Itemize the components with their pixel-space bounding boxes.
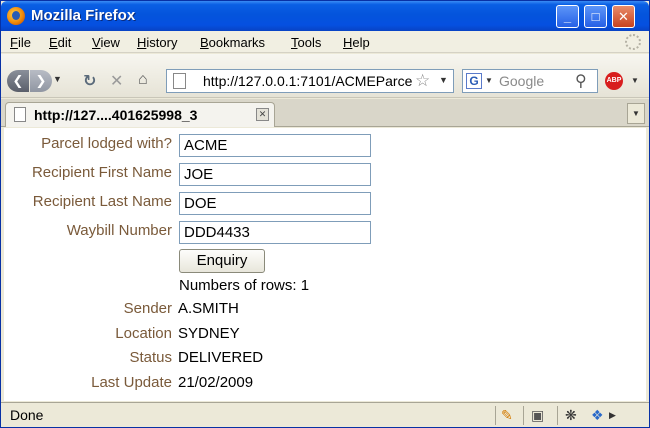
menu-bookmarks[interactable]: Bookmarks: [200, 35, 265, 50]
minimize-button[interactable]: _: [556, 5, 579, 28]
home-icon[interactable]: ⌂: [138, 71, 148, 89]
last-update-value: 21/02/2009: [178, 374, 254, 391]
status-value: DELIVERED: [178, 349, 264, 366]
tab-close-icon[interactable]: ✕: [256, 108, 269, 121]
sender-label: Sender: [123, 300, 172, 317]
parcel-lodged-field[interactable]: ACME: [179, 134, 371, 157]
tab-label: http://127....401625998_3: [34, 107, 198, 123]
enquiry-button[interactable]: Enquiry: [179, 249, 265, 273]
location-label: Location: [115, 325, 172, 342]
waybill-field[interactable]: DDD4433: [179, 221, 371, 244]
firebug-icon[interactable]: ❋: [565, 407, 577, 424]
menu-help[interactable]: Help: [343, 35, 370, 50]
menu-bar: File Edit View History Bookmarks Tools H…: [1, 31, 649, 53]
menu-history[interactable]: History: [137, 35, 177, 50]
activity-throbber-icon: [625, 34, 641, 50]
tab-page-icon: [14, 107, 26, 122]
menu-view[interactable]: View: [92, 35, 120, 50]
tab-list-dropdown-icon[interactable]: ▼: [627, 103, 645, 124]
status-bar: Done ✎ ▣ ❋ ❖ ▶: [1, 402, 649, 427]
reload-icon[interactable]: ↻: [83, 71, 96, 91]
back-button[interactable]: ❮: [7, 70, 29, 92]
browser-window: Mozilla Firefox _ □ ✕ File Edit View His…: [0, 0, 650, 428]
forward-button[interactable]: ❯: [30, 70, 52, 92]
search-engine-dropdown-icon[interactable]: ▼: [485, 76, 493, 85]
tab-active[interactable]: http://127....401625998_3 ✕: [5, 102, 275, 127]
ghost-addon-icon[interactable]: ▣: [531, 407, 544, 424]
url-input[interactable]: http://127.0.0.1:7101/ACMEParcel: [203, 73, 413, 89]
google-engine-icon[interactable]: G: [466, 73, 482, 89]
network-status-icon[interactable]: ❖: [591, 407, 604, 424]
location-value: SYDNEY: [178, 325, 240, 342]
close-button[interactable]: ✕: [612, 5, 635, 28]
adblock-dropdown-icon[interactable]: ▼: [631, 76, 639, 85]
sender-value: A.SMITH: [178, 300, 239, 317]
tab-bar: http://127....401625998_3 ✕ ▼: [1, 99, 649, 127]
maximize-button[interactable]: □: [584, 5, 607, 28]
firefox-logo-icon: [7, 7, 25, 25]
url-bar[interactable]: http://127.0.0.1:7101/ACMEParcel ☆ ▼: [166, 69, 454, 93]
search-icon[interactable]: ⚲: [575, 71, 587, 91]
bookmark-star-icon[interactable]: ☆: [415, 71, 430, 91]
adblock-plus-icon[interactable]: ABP: [605, 72, 623, 90]
menu-tools[interactable]: Tools: [291, 35, 321, 50]
window-title: Mozilla Firefox: [31, 7, 136, 24]
url-dropdown-icon[interactable]: ▼: [439, 75, 448, 85]
status-label: Status: [129, 349, 172, 366]
last-name-field[interactable]: DOE: [179, 192, 371, 215]
menu-file[interactable]: File: [10, 35, 31, 50]
last-update-label: Last Update: [91, 374, 172, 391]
history-dropdown-icon[interactable]: ▼: [53, 74, 62, 84]
search-bar[interactable]: G ▼ Google ⚲: [462, 69, 598, 93]
waybill-label: Waybill Number: [66, 222, 172, 239]
rows-count-text: Numbers of rows: 1: [179, 277, 310, 294]
page-icon: [173, 73, 186, 89]
parcel-lodged-label: Parcel lodged with?: [41, 135, 172, 152]
status-divider: [495, 406, 496, 425]
search-input[interactable]: Google: [499, 73, 544, 89]
status-dropdown-icon[interactable]: ▶: [609, 410, 616, 421]
first-name-label: Recipient First Name: [31, 164, 172, 181]
first-name-field[interactable]: JOE: [179, 163, 371, 186]
form-labels: Parcel lodged with? Recipient First Name…: [4, 128, 172, 401]
status-divider: [557, 406, 558, 425]
page-content: Parcel lodged with? Recipient First Name…: [4, 128, 646, 401]
menu-edit[interactable]: Edit: [49, 35, 71, 50]
navigation-toolbar: ❮ ❯ ▼ ↻ ✕ ⌂ http://127.0.0.1:7101/ACMEPa…: [1, 54, 649, 98]
last-name-label: Recipient Last Name: [32, 193, 172, 210]
edit-notes-icon[interactable]: ✎: [501, 407, 513, 424]
title-bar: Mozilla Firefox _ □ ✕: [1, 1, 649, 31]
status-divider: [523, 406, 524, 425]
status-text: Done: [10, 407, 44, 423]
stop-icon[interactable]: ✕: [110, 71, 123, 91]
